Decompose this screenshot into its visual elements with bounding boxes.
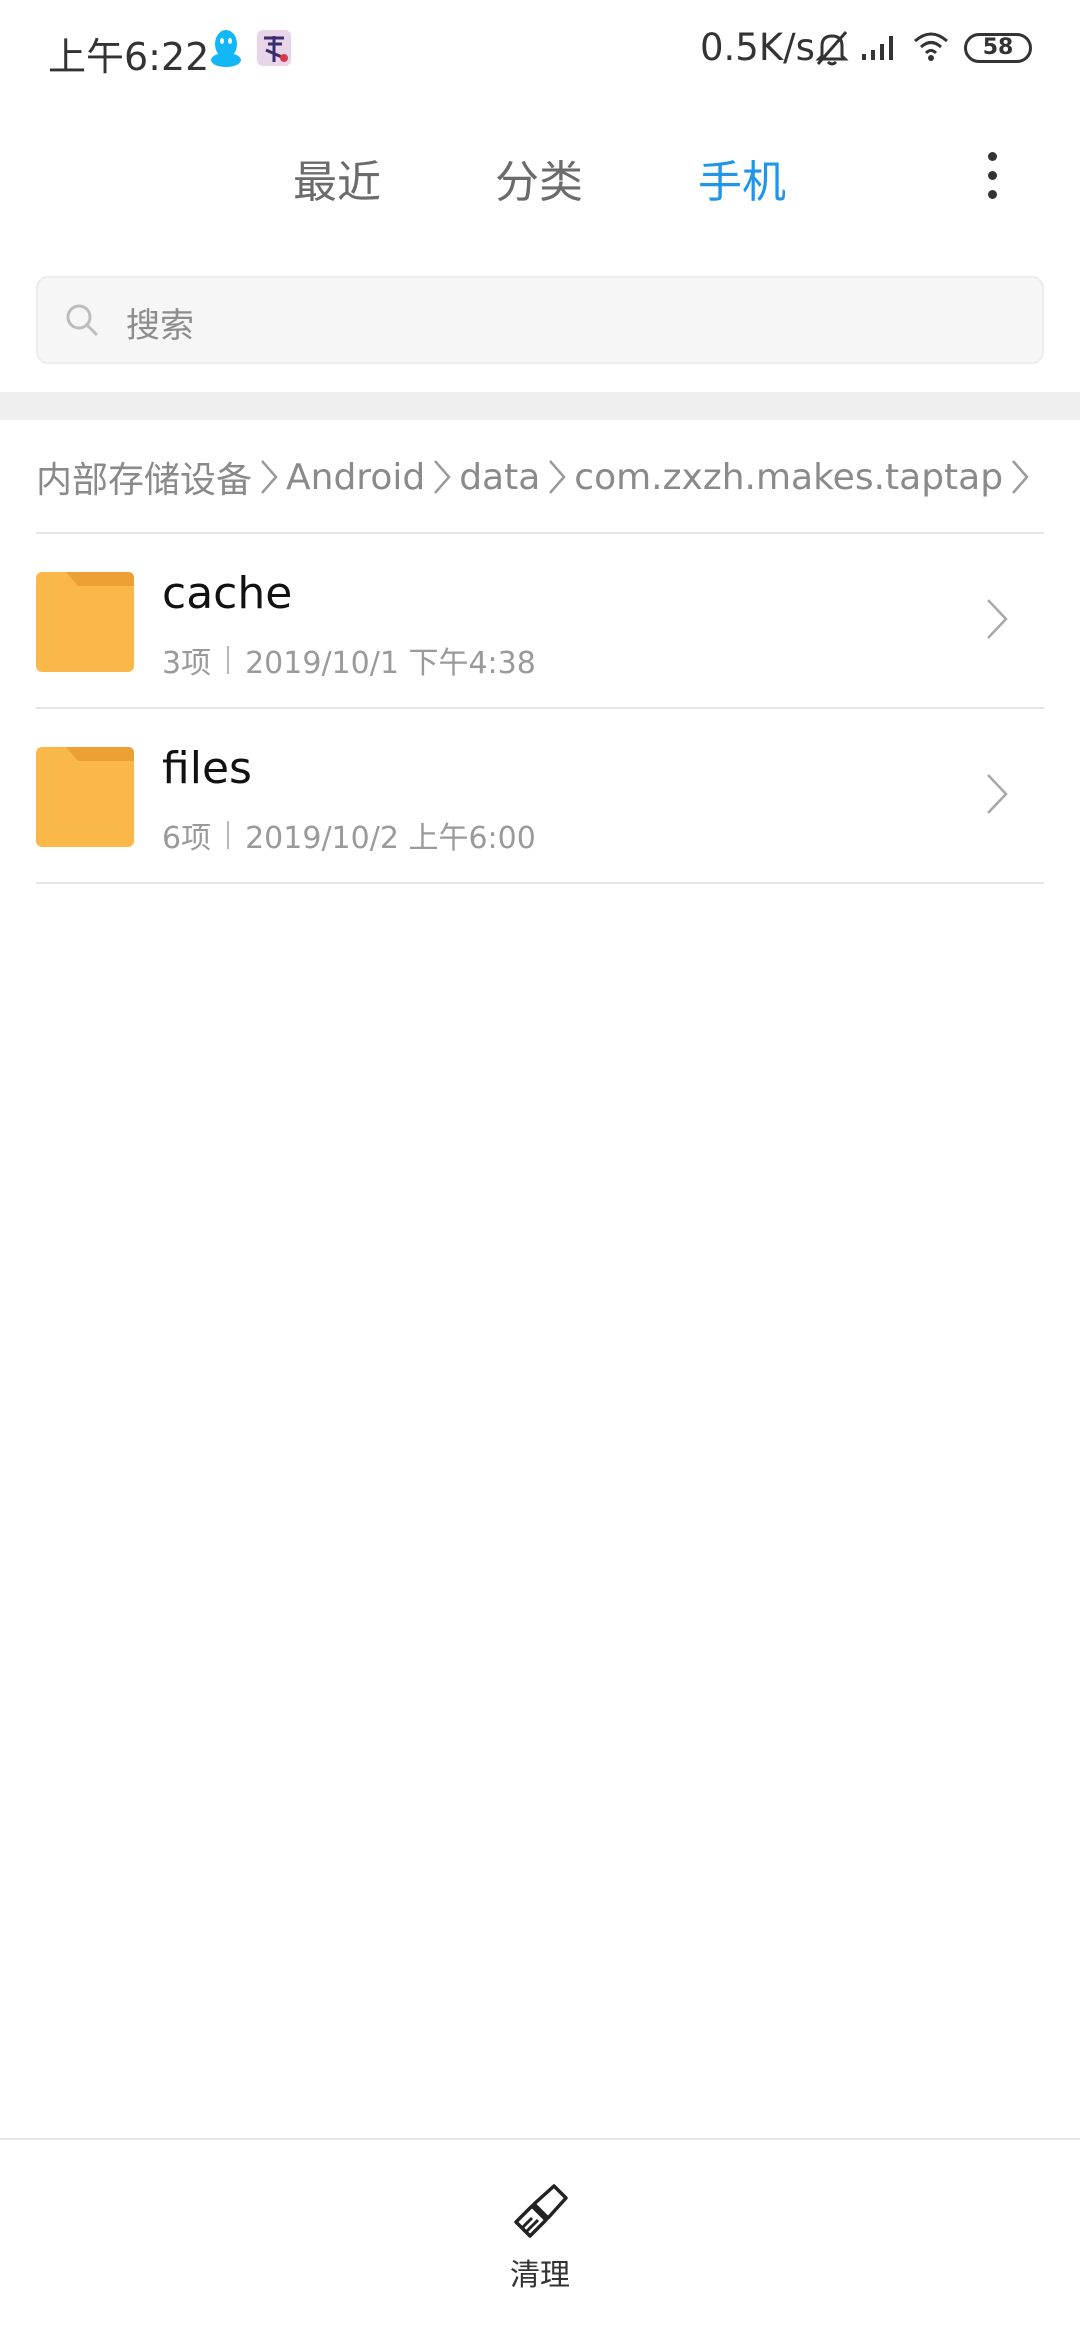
item-meta: 3项 2019/10/1 下午4:38 bbox=[162, 638, 536, 682]
status-bar: 上午6:22 0.5K/s 58 bbox=[0, 0, 1080, 100]
status-time: 上午6:22 bbox=[48, 35, 210, 79]
search-placeholder: 搜索 bbox=[126, 306, 194, 346]
item-meta: 6项 2019/10/2 上午6:00 bbox=[162, 813, 536, 857]
tab-phone[interactable]: 手机 bbox=[698, 146, 786, 210]
more-options-button[interactable] bbox=[972, 146, 1012, 206]
mute-icon bbox=[815, 31, 849, 66]
list-item-files[interactable]: files 6项 2019/10/2 上午6:00 bbox=[36, 709, 1044, 884]
network-speed: 0.5K/s bbox=[700, 26, 815, 69]
clean-label: 清理 bbox=[510, 2258, 570, 2293]
item-count: 3项 bbox=[162, 646, 212, 681]
chevron-right-icon bbox=[549, 460, 566, 494]
tab-recent[interactable]: 最近 bbox=[293, 146, 381, 210]
more-dot-icon bbox=[988, 190, 997, 199]
item-date: 2019/10/2 上午6:00 bbox=[245, 821, 536, 856]
broom-icon bbox=[514, 2184, 568, 2238]
bottom-bar: 清理 bbox=[0, 2138, 1080, 2340]
breadcrumb-item-internal-storage[interactable]: 内部存储设备 bbox=[36, 451, 252, 503]
item-count: 6项 bbox=[162, 821, 212, 856]
meta-separator bbox=[227, 646, 230, 674]
search-input[interactable]: 搜索 bbox=[36, 276, 1044, 364]
more-dot-icon bbox=[988, 171, 997, 180]
tab-category[interactable]: 分类 bbox=[495, 146, 583, 210]
item-name: cache bbox=[162, 568, 293, 619]
breadcrumb-item-data[interactable]: data bbox=[459, 457, 540, 498]
breadcrumb-item-android[interactable]: Android bbox=[286, 457, 425, 498]
wifi-icon bbox=[914, 32, 948, 61]
battery-icon: 58 bbox=[964, 33, 1032, 63]
folder-icon bbox=[36, 572, 134, 672]
chevron-right-icon bbox=[1012, 460, 1029, 494]
meta-separator bbox=[227, 821, 230, 849]
chevron-right-icon bbox=[261, 460, 278, 494]
app-icon bbox=[257, 30, 291, 66]
qq-icon bbox=[211, 30, 241, 67]
breadcrumb: 内部存储设备 Android data com.zxzh.makes.tapta… bbox=[36, 452, 1037, 502]
item-name: files bbox=[162, 743, 252, 794]
search-icon bbox=[66, 304, 99, 337]
chevron-right-icon bbox=[987, 774, 1008, 814]
signal-icon bbox=[862, 36, 893, 60]
tab-bar: 最近 分类 手机 bbox=[0, 130, 1080, 220]
chevron-right-icon bbox=[987, 599, 1008, 639]
clean-button[interactable]: 清理 bbox=[480, 2182, 600, 2302]
breadcrumb-item-package[interactable]: com.zxzh.makes.taptap bbox=[574, 457, 1003, 498]
section-divider bbox=[0, 392, 1080, 420]
item-date: 2019/10/1 下午4:38 bbox=[245, 646, 536, 681]
more-dot-icon bbox=[988, 152, 997, 161]
list-item-cache[interactable]: cache 3项 2019/10/1 下午4:38 bbox=[36, 534, 1044, 709]
folder-icon bbox=[36, 747, 134, 847]
chevron-right-icon bbox=[434, 460, 451, 494]
